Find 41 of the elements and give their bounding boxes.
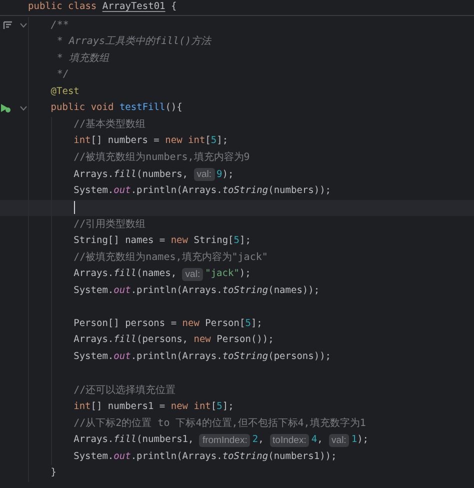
code-text: public class ArrayTest01 {	[28, 0, 177, 14]
code-comment: //基本类型数组	[74, 118, 146, 132]
implements-icon[interactable]	[3, 20, 13, 30]
code-text: 9);	[216, 168, 234, 182]
parameter-hint: val:	[182, 268, 204, 281]
code-comment: //还可以选择填充位置	[74, 384, 176, 398]
parameter-hint: val:	[328, 434, 350, 447]
fold-chevron-icon[interactable]	[20, 106, 27, 111]
code-comment: */	[56, 68, 69, 82]
text-caret	[74, 201, 75, 214]
code-comment: //从下标2的位置 to 下标4的位置,但不包括下标4,填充数字为1	[74, 416, 366, 431]
code-text: int[] numbers = new int[5];	[74, 134, 228, 148]
code-text: public void testFill(){	[50, 101, 182, 116]
fold-chevron-icon[interactable]	[20, 22, 27, 28]
code-text: Arrays.fill(names,	[74, 267, 178, 282]
code-text: Arrays.fill(numbers,	[74, 168, 190, 182]
code-text: System.out.println(Arrays.toString(numbers));	[74, 184, 332, 198]
parameter-hint: toIndex:	[270, 434, 310, 447]
parameter-hint: fromIndex:	[199, 434, 250, 447]
code-text: Arrays.fill(persons, new Person());	[74, 333, 274, 348]
code-text: int[] numbers1 = new int[5];	[74, 400, 234, 414]
code-text: Arrays.fill(numbers1,	[74, 433, 195, 448]
code-text: System.out.println(Arrays.toString(names));	[74, 284, 320, 298]
code-text: }	[50, 466, 57, 480]
code-comment: /**	[50, 18, 69, 33]
run-icon[interactable]	[0, 103, 11, 114]
code-comment: //被填充数组为names,填充内容为"jack"	[74, 250, 268, 265]
code-text: String[] names = new String[5];	[74, 234, 251, 248]
code-text: 1);	[351, 433, 369, 448]
code-text: Person[] persons = new Person[5];	[74, 316, 262, 331]
code-text: System.out.println(Arrays.toString(numbers1));	[74, 450, 337, 464]
code-text: "jack");	[205, 267, 251, 282]
code-text: 2,	[252, 433, 265, 448]
code-text: 4,	[311, 433, 324, 448]
code-text: System.out.println(Arrays.toString(persons));	[74, 350, 332, 364]
code-comment: //被填充数组为numbers,填充内容为9	[74, 150, 250, 166]
parameter-hint: val:	[194, 168, 215, 182]
code-comment: * 填充数组	[56, 52, 109, 66]
code-text: @Test	[50, 84, 80, 99]
code-comment: * Arrays工具类中的fill()方法	[56, 34, 212, 50]
code-comment: //引用类型数组	[74, 218, 146, 232]
